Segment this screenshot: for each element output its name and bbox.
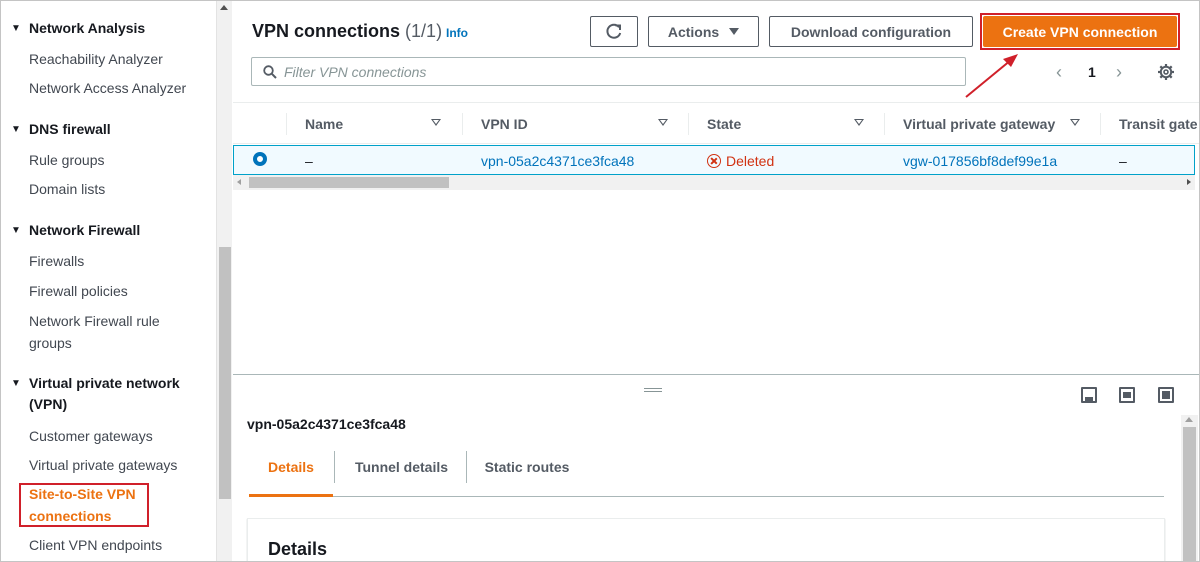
cell-name: – (305, 153, 313, 169)
next-page-button[interactable]: › (1116, 62, 1122, 82)
page-title: VPN connections (1/1) (252, 21, 443, 41)
column-header-transit-gateway[interactable]: Transit gate (1119, 103, 1198, 145)
sidebar-item-client-vpn-endpoints[interactable]: Client VPN endpoints (29, 534, 162, 556)
panel-maximize-icon[interactable] (1158, 387, 1174, 403)
download-configuration-button[interactable]: Download configuration (769, 16, 973, 47)
row-select-radio[interactable] (253, 152, 267, 166)
details-heading: Details (268, 539, 328, 559)
search-icon (263, 65, 277, 79)
scrollbar-thumb[interactable] (1183, 427, 1196, 561)
resize-handle-icon[interactable] (644, 388, 662, 392)
column-divider (462, 113, 463, 135)
sidebar-item-virtual-private-gateways[interactable]: Virtual private gateways (29, 454, 177, 476)
sidebar-section-network-analysis[interactable]: ▼ Network Analysis (11, 18, 145, 39)
highlight-annotation-box (19, 483, 149, 527)
previous-page-button[interactable]: ‹ (1056, 62, 1062, 82)
filter-input[interactable] (284, 63, 944, 81)
caret-down-icon: ▼ (11, 225, 21, 236)
sort-icon[interactable] (1070, 119, 1080, 126)
cell-vpn-id-link[interactable]: vpn-05a2c4371ce3fca48 (481, 152, 634, 170)
table-row[interactable]: – vpn-05a2c4371ce3fca48 Deleted vgw-0178… (233, 145, 1195, 175)
detail-panel-title: vpn-05a2c4371ce3fca48 (247, 416, 406, 432)
sidebar-section-dns-firewall[interactable]: ▼ DNS firewall (11, 119, 111, 140)
main-content: VPN connections (1/1) Info Actions Downl… (233, 1, 1199, 561)
panel-position-bottom-icon[interactable] (1081, 387, 1097, 403)
highlight-annotation-box (980, 13, 1180, 50)
info-link[interactable]: Info (446, 26, 468, 40)
sort-icon[interactable] (658, 119, 668, 126)
sidebar-item-domain-lists[interactable]: Domain lists (29, 178, 105, 200)
cell-state: Deleted (707, 152, 774, 170)
sidebar-item-label-line2: groups (29, 335, 72, 351)
caret-down-icon (729, 28, 740, 35)
column-header-vpn-id[interactable]: VPN ID (481, 103, 528, 145)
tab-details[interactable]: Details (249, 451, 333, 497)
details-container: Details (247, 518, 1165, 561)
sidebar-item-firewalls[interactable]: Firewalls (29, 250, 84, 272)
tab-divider (466, 451, 467, 483)
scroll-left-icon[interactable] (237, 179, 241, 185)
caret-down-icon: ▼ (11, 23, 21, 34)
sidebar-section-vpn[interactable]: ▼ Virtual private network (VPN) (11, 373, 180, 415)
tab-static-routes[interactable]: Static routes (471, 451, 583, 497)
sidebar-item-customer-gateways[interactable]: Customer gateways (29, 425, 153, 447)
column-header-name[interactable]: Name (305, 103, 343, 145)
scroll-up-icon[interactable] (220, 5, 228, 10)
sidebar-item-rule-groups[interactable]: Rule groups (29, 149, 105, 171)
panel-vertical-scrollbar[interactable] (1181, 415, 1198, 561)
status-label: Deleted (726, 153, 775, 169)
sort-icon[interactable] (431, 119, 441, 126)
table-header: Name VPN ID State Virtual private gatewa… (233, 102, 1199, 144)
sidebar-item-reachability-analyzer[interactable]: Reachability Analyzer (29, 48, 163, 70)
panel-position-side-icon[interactable] (1119, 387, 1135, 403)
table-horizontal-scrollbar[interactable] (233, 175, 1195, 190)
detail-tabs: Details Tunnel details Static routes (249, 451, 1164, 497)
caret-down-icon: ▼ (11, 124, 21, 135)
tab-tunnel-details[interactable]: Tunnel details (339, 451, 464, 497)
column-divider (688, 113, 689, 135)
scrollbar-thumb[interactable] (249, 177, 449, 188)
scroll-right-icon[interactable] (1187, 179, 1191, 185)
item-count: (1/1) (405, 21, 443, 41)
refresh-button[interactable] (590, 16, 638, 47)
sidebar-item-firewall-policies[interactable]: Firewall policies (29, 280, 128, 302)
column-divider (286, 113, 287, 135)
column-divider (1100, 113, 1101, 135)
column-divider (884, 113, 885, 135)
split-panel: vpn-05a2c4371ce3fca48 Details Tunnel det… (233, 374, 1199, 561)
cell-transit-gateway: – (1119, 153, 1127, 169)
column-header-state[interactable]: State (707, 103, 741, 145)
column-header-virtual-private-gateway[interactable]: Virtual private gateway (903, 103, 1055, 145)
sidebar-item-network-firewall-rule-groups[interactable]: Network Firewall rule groups (29, 310, 160, 354)
filter-field[interactable] (251, 57, 966, 86)
actions-dropdown-button[interactable]: Actions (648, 16, 759, 47)
sidebar-section-network-firewall[interactable]: ▼ Network Firewall (11, 220, 140, 241)
error-circle-icon (707, 154, 721, 168)
tab-divider (334, 451, 335, 483)
current-page-number[interactable]: 1 (1088, 64, 1096, 80)
cell-vgw-link[interactable]: vgw-017856bf8def99e1a (903, 152, 1057, 170)
refresh-icon (606, 23, 622, 39)
sidebar-item-label-line1: Network Firewall rule (29, 313, 160, 329)
sidebar: ▼ Network Analysis Reachability Analyzer … (1, 1, 216, 561)
scroll-up-icon[interactable] (1185, 417, 1193, 422)
sidebar-item-network-access-analyzer[interactable]: Network Access Analyzer (29, 77, 186, 99)
gear-icon[interactable] (1157, 63, 1175, 81)
sort-icon[interactable] (854, 119, 864, 126)
sidebar-scrollbar[interactable] (216, 1, 232, 561)
scrollbar-thumb[interactable] (219, 247, 231, 499)
caret-down-icon: ▼ (11, 378, 21, 389)
